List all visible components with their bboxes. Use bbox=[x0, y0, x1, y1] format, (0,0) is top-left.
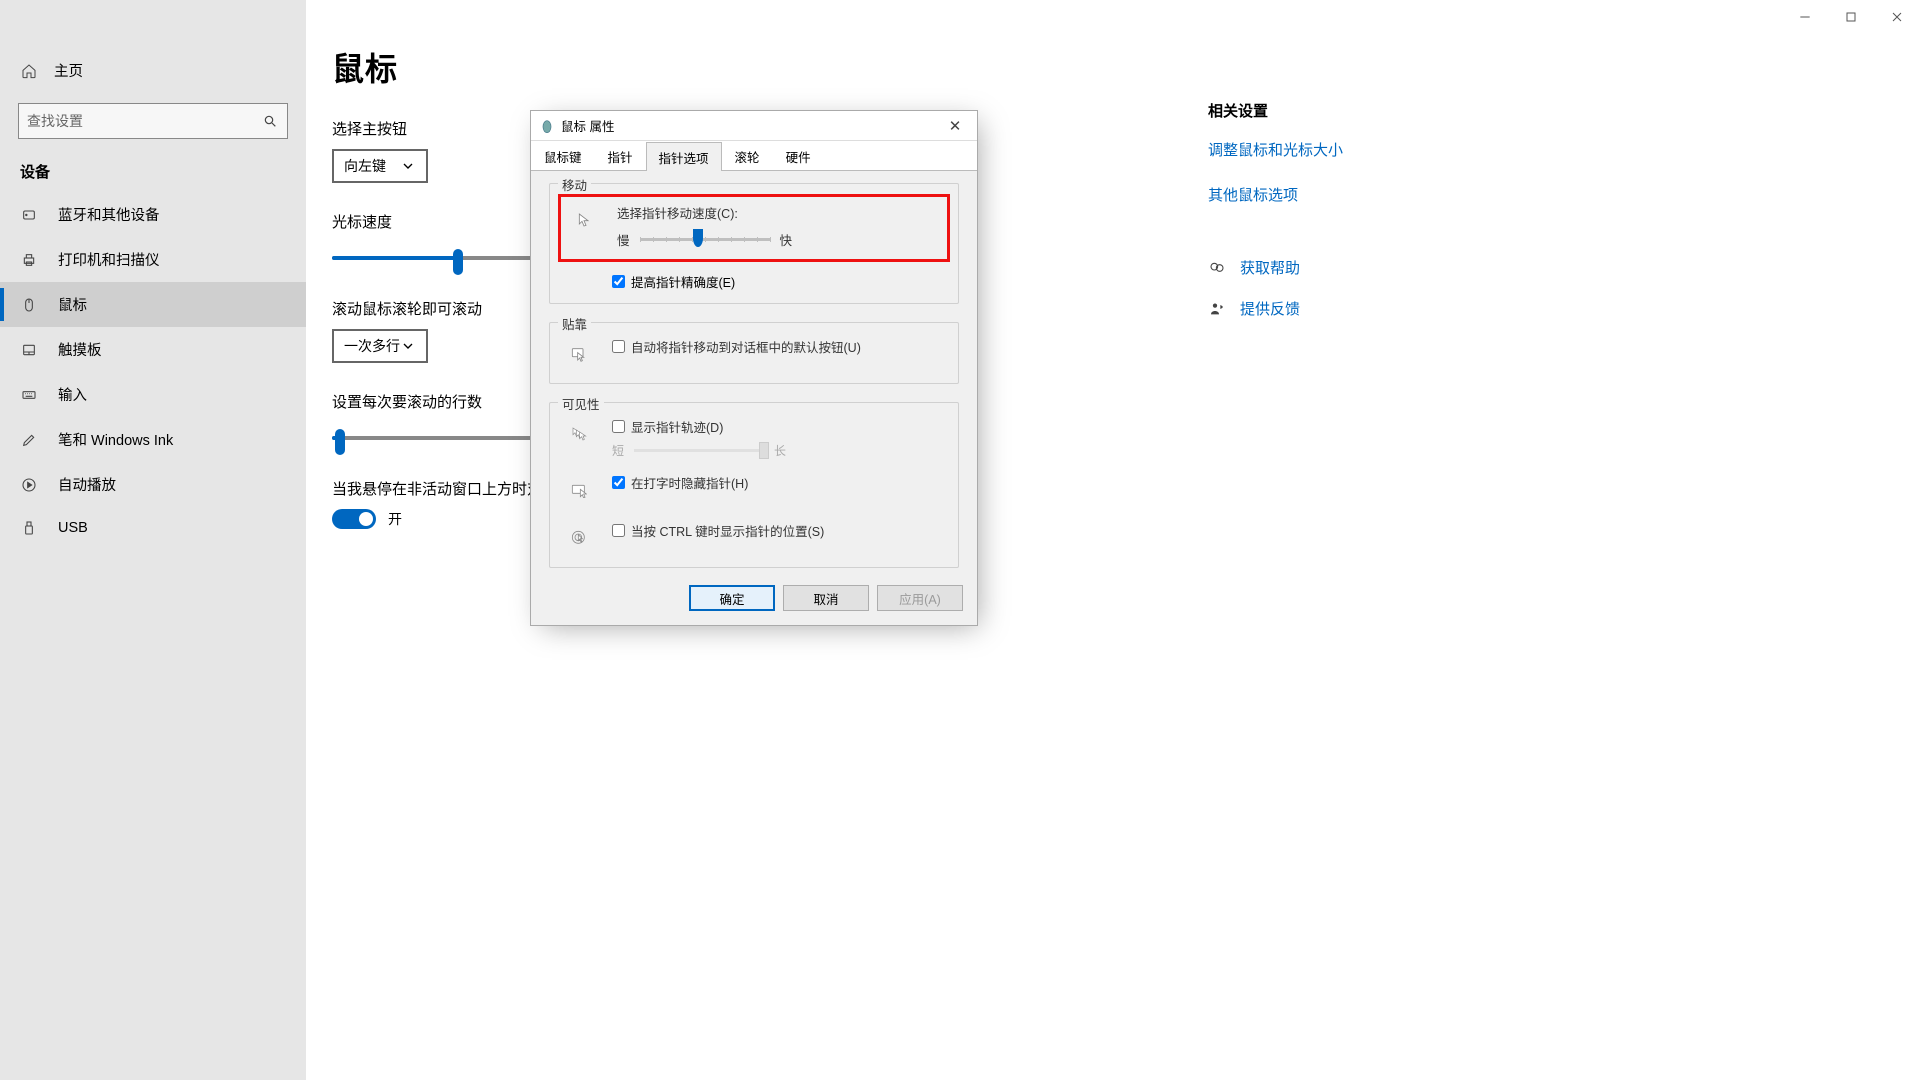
dialog-tab-0[interactable]: 鼠标键 bbox=[531, 141, 595, 170]
mouse-properties-dialog: 鼠标 属性 ✕ 鼠标键指针指针选项滚轮硬件 移动 选择指针移动速度(C): 慢 bbox=[530, 110, 978, 626]
sidebar-item-printer[interactable]: 打印机和扫描仪 bbox=[0, 237, 306, 282]
home-label: 主页 bbox=[54, 60, 83, 81]
group-snap-to: 贴靠 自动将指针移动到对话框中的默认按钮(U) bbox=[549, 322, 959, 384]
cursor-speed-slider[interactable] bbox=[332, 242, 536, 274]
group-motion: 移动 选择指针移动速度(C): 慢 快 bbox=[549, 183, 959, 304]
chevron-down-icon bbox=[400, 338, 416, 354]
nav-group-header: 设备 bbox=[0, 139, 306, 192]
related-settings-header: 相关设置 bbox=[1208, 100, 1468, 121]
link-adjust-cursor-size[interactable]: 调整鼠标和光标大小 bbox=[1208, 139, 1468, 160]
pointer-speed-icon bbox=[567, 203, 601, 237]
dialog-tab-3[interactable]: 滚轮 bbox=[722, 141, 773, 170]
sidebar-item-bluetooth[interactable]: 蓝牙和其他设备 bbox=[0, 192, 306, 237]
dialog-tabs: 鼠标键指针指针选项滚轮硬件 bbox=[531, 141, 977, 171]
search-icon bbox=[261, 112, 279, 130]
dialog-close-button[interactable]: ✕ bbox=[941, 117, 969, 135]
sidebar-item-label: 触摸板 bbox=[58, 339, 102, 360]
primary-button-dropdown[interactable]: 向左键 bbox=[332, 149, 428, 183]
home-icon bbox=[20, 62, 38, 80]
sidebar-item-label: 蓝牙和其他设备 bbox=[58, 204, 160, 225]
ctrl-locate-checkbox[interactable]: 当按 CTRL 键时显示指针的位置(S) bbox=[612, 521, 946, 540]
sidebar: 主页 查找设置 设备 蓝牙和其他设备打印机和扫描仪鼠标触摸板输入笔和 Windo… bbox=[0, 0, 306, 1080]
sidebar-item-label: 打印机和扫描仪 bbox=[58, 249, 160, 270]
dialog-title: 鼠标 属性 bbox=[561, 116, 614, 135]
dialog-titlebar[interactable]: 鼠标 属性 ✕ bbox=[531, 111, 977, 141]
group-snap-legend: 贴靠 bbox=[558, 314, 591, 333]
sidebar-item-touchpad[interactable]: 触摸板 bbox=[0, 327, 306, 372]
feedback-icon bbox=[1208, 300, 1226, 318]
snap-to-label: 自动将指针移动到对话框中的默认按钮(U) bbox=[631, 337, 861, 356]
dialog-tab-4[interactable]: 硬件 bbox=[773, 141, 824, 170]
hover-scroll-toggle[interactable] bbox=[332, 509, 376, 529]
highlight-pointer-speed: 选择指针移动速度(C): 慢 快 bbox=[558, 194, 950, 262]
mouse-dialog-icon bbox=[539, 118, 555, 134]
dialog-apply-button[interactable]: 应用(A) bbox=[877, 585, 963, 611]
snap-to-checkbox[interactable]: 自动将指针移动到对话框中的默认按钮(U) bbox=[612, 337, 946, 356]
ctrl-locate-icon bbox=[562, 521, 596, 555]
home-link[interactable]: 主页 bbox=[0, 50, 306, 91]
get-help-link[interactable]: 获取帮助 bbox=[1208, 257, 1468, 278]
help-icon bbox=[1208, 259, 1226, 277]
sidebar-item-keyboard[interactable]: 输入 bbox=[0, 372, 306, 417]
touchpad-icon bbox=[20, 341, 38, 359]
pointer-speed-slow: 慢 bbox=[617, 230, 630, 249]
sidebar-item-label: 输入 bbox=[58, 384, 87, 405]
scroll-mode-dropdown[interactable]: 一次多行 bbox=[332, 329, 428, 363]
sidebar-item-label: 鼠标 bbox=[58, 294, 87, 315]
sidebar-item-mouse[interactable]: 鼠标 bbox=[0, 282, 306, 327]
page-title: 鼠标 bbox=[332, 44, 1920, 90]
ctrl-locate-label: 当按 CTRL 键时显示指针的位置(S) bbox=[631, 521, 824, 540]
search-placeholder: 查找设置 bbox=[27, 111, 83, 131]
give-feedback-link[interactable]: 提供反馈 bbox=[1208, 298, 1468, 319]
hide-while-typing-checkbox[interactable]: 在打字时隐藏指针(H) bbox=[612, 473, 946, 492]
chevron-down-icon bbox=[400, 158, 416, 174]
sidebar-item-label: 自动播放 bbox=[58, 474, 116, 495]
hide-while-typing-label: 在打字时隐藏指针(H) bbox=[631, 473, 748, 492]
lines-per-scroll-slider[interactable] bbox=[332, 422, 536, 454]
pen-icon bbox=[20, 431, 38, 449]
pointer-trails-label: 显示指针轨迹(D) bbox=[631, 417, 723, 436]
dialog-tab-1[interactable]: 指针 bbox=[595, 141, 646, 170]
related-settings-rail: 相关设置 调整鼠标和光标大小 其他鼠标选项 获取帮助 提供反馈 bbox=[1208, 100, 1468, 339]
hover-scroll-state: 开 bbox=[388, 509, 402, 529]
hide-while-typing-icon bbox=[562, 473, 596, 507]
sidebar-item-autoplay[interactable]: 自动播放 bbox=[0, 462, 306, 507]
group-motion-legend: 移动 bbox=[558, 175, 591, 194]
usb-icon bbox=[20, 519, 38, 537]
snap-to-icon bbox=[562, 337, 596, 371]
sidebar-item-label: 笔和 Windows Ink bbox=[58, 429, 173, 450]
link-additional-mouse-options[interactable]: 其他鼠标选项 bbox=[1208, 184, 1468, 205]
enhance-precision-label: 提高指针精确度(E) bbox=[631, 272, 735, 291]
pointer-trails-long: 长 bbox=[774, 442, 786, 459]
pointer-speed-fast: 快 bbox=[780, 230, 793, 249]
keyboard-icon bbox=[20, 386, 38, 404]
give-feedback-label: 提供反馈 bbox=[1240, 298, 1300, 319]
pointer-speed-label: 选择指针移动速度(C): bbox=[617, 203, 937, 222]
bluetooth-icon bbox=[20, 206, 38, 224]
sidebar-item-label: USB bbox=[58, 520, 88, 536]
dialog-cancel-button[interactable]: 取消 bbox=[783, 585, 869, 611]
enhance-precision-checkbox[interactable]: 提高指针精确度(E) bbox=[612, 272, 735, 291]
get-help-label: 获取帮助 bbox=[1240, 257, 1300, 278]
mouse-icon bbox=[20, 296, 38, 314]
search-input[interactable]: 查找设置 bbox=[18, 103, 288, 139]
pointer-trails-short: 短 bbox=[612, 442, 624, 459]
primary-button-value: 向左键 bbox=[344, 156, 386, 176]
autoplay-icon bbox=[20, 476, 38, 494]
sidebar-item-pen[interactable]: 笔和 Windows Ink bbox=[0, 417, 306, 462]
group-visibility-legend: 可见性 bbox=[558, 394, 604, 413]
pointer-trails-icon bbox=[562, 417, 596, 451]
dialog-tab-2[interactable]: 指针选项 bbox=[646, 142, 722, 171]
scroll-mode-value: 一次多行 bbox=[344, 336, 400, 356]
pointer-trails-checkbox[interactable]: 显示指针轨迹(D) bbox=[612, 417, 946, 436]
group-visibility: 可见性 显示指针轨迹(D) 短 长 bbox=[549, 402, 959, 568]
pointer-speed-slider[interactable]: 慢 快 bbox=[617, 230, 937, 249]
sidebar-item-usb[interactable]: USB bbox=[0, 507, 306, 549]
pointer-trails-slider: 短 长 bbox=[612, 442, 946, 459]
dialog-ok-button[interactable]: 确定 bbox=[689, 585, 775, 611]
printer-icon bbox=[20, 251, 38, 269]
